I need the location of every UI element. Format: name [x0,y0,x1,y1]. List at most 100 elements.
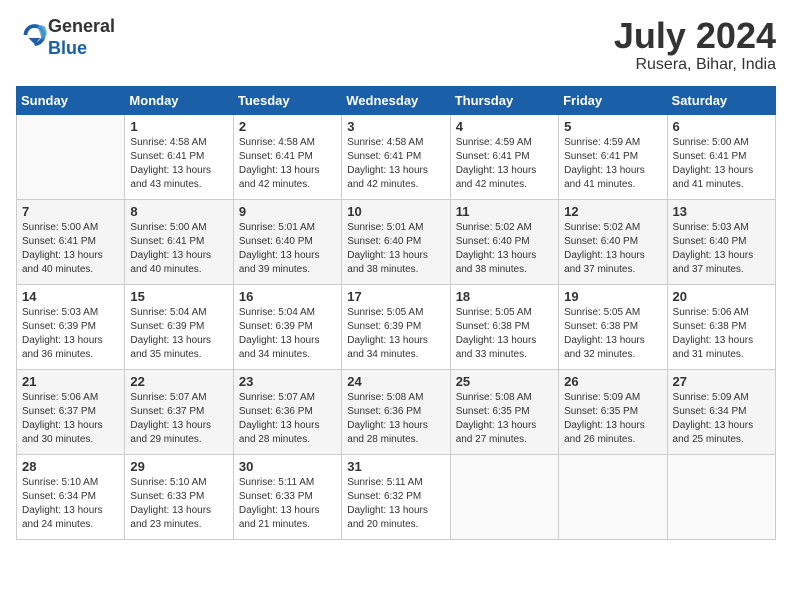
day-info: Sunrise: 5:01 AM Sunset: 6:40 PM Dayligh… [347,221,444,277]
day-number: 3 [347,119,444,134]
calendar-cell: 18 Sunrise: 5:05 AM Sunset: 6:38 PM Dayli… [450,284,558,369]
day-of-week-header: Wednesday [342,86,450,114]
calendar-table: SundayMondayTuesdayWednesdayThursdayFrid… [16,86,776,540]
calendar-cell: 7Sunrise: 5:00 AM Sunset: 6:41 PM Daylig… [17,199,125,284]
day-info: Sunrise: 5:09 AM Sunset: 6:34 PM Dayligh… [673,391,770,447]
calendar-cell: 3 Sunrise: 4:58 AM Sunset: 6:41 PM Daylig… [342,114,450,199]
calendar-cell: 26 Sunrise: 5:09 AM Sunset: 6:35 PM Dayli… [559,369,667,454]
day-info: Sunrise: 5:06 AM Sunset: 6:37 PM Dayligh… [22,391,119,447]
day-of-week-header: Saturday [667,86,775,114]
day-info: Sunrise: 5:01 AM Sunset: 6:40 PM Dayligh… [239,221,336,277]
calendar-cell: 19 Sunrise: 5:05 AM Sunset: 6:38 PM Dayli… [559,284,667,369]
calendar-week-row: 21 Sunrise: 5:06 AM Sunset: 6:37 PM Dayli… [17,369,776,454]
logo-blue-text: Blue [48,38,87,58]
day-number: 25 [456,374,553,389]
day-number: 7 [22,204,119,219]
day-number: 24 [347,374,444,389]
day-number: 13 [673,204,770,219]
day-number: 16 [239,289,336,304]
day-number: 22 [130,374,227,389]
day-number: 21 [22,374,119,389]
day-info: Sunrise: 5:07 AM Sunset: 6:36 PM Dayligh… [239,391,336,447]
day-info: Sunrise: 5:10 AM Sunset: 6:33 PM Dayligh… [130,476,227,532]
day-number: 28 [22,459,119,474]
day-number: 31 [347,459,444,474]
day-info: Sunrise: 5:09 AM Sunset: 6:35 PM Dayligh… [564,391,661,447]
calendar-cell: 28 Sunrise: 5:10 AM Sunset: 6:34 PM Dayli… [17,454,125,539]
calendar-cell: 25 Sunrise: 5:08 AM Sunset: 6:35 PM Dayli… [450,369,558,454]
calendar-cell: 12Sunrise: 5:02 AM Sunset: 6:40 PM Dayli… [559,199,667,284]
calendar-cell: 2 Sunrise: 4:58 AM Sunset: 6:41 PM Daylig… [233,114,341,199]
day-info: Sunrise: 4:58 AM Sunset: 6:41 PM Dayligh… [347,136,444,192]
day-info: Sunrise: 4:59 AM Sunset: 6:41 PM Dayligh… [564,136,661,192]
day-number: 15 [130,289,227,304]
calendar-cell: 6 Sunrise: 5:00 AM Sunset: 6:41 PM Daylig… [667,114,775,199]
day-info: Sunrise: 5:02 AM Sunset: 6:40 PM Dayligh… [456,221,553,277]
day-info: Sunrise: 4:58 AM Sunset: 6:41 PM Dayligh… [239,136,336,192]
calendar-cell: 10 Sunrise: 5:01 AM Sunset: 6:40 PM Dayli… [342,199,450,284]
calendar-cell: 31Sunrise: 5:11 AM Sunset: 6:32 PM Dayli… [342,454,450,539]
day-number: 26 [564,374,661,389]
day-number: 18 [456,289,553,304]
calendar-cell: 9 Sunrise: 5:01 AM Sunset: 6:40 PM Daylig… [233,199,341,284]
title-area: July 2024 Rusera, Bihar, India [614,16,776,74]
calendar-cell [450,454,558,539]
day-number: 23 [239,374,336,389]
day-number: 6 [673,119,770,134]
day-number: 29 [130,459,227,474]
day-info: Sunrise: 5:02 AM Sunset: 6:40 PM Dayligh… [564,221,661,277]
day-number: 27 [673,374,770,389]
day-of-week-header: Monday [125,86,233,114]
day-info: Sunrise: 4:58 AM Sunset: 6:41 PM Dayligh… [130,136,227,192]
calendar-cell: 22 Sunrise: 5:07 AM Sunset: 6:37 PM Dayli… [125,369,233,454]
calendar-week-row: 7Sunrise: 5:00 AM Sunset: 6:41 PM Daylig… [17,199,776,284]
day-info: Sunrise: 5:03 AM Sunset: 6:39 PM Dayligh… [22,306,119,362]
day-number: 9 [239,204,336,219]
day-info: Sunrise: 5:03 AM Sunset: 6:40 PM Dayligh… [673,221,770,277]
day-info: Sunrise: 4:59 AM Sunset: 6:41 PM Dayligh… [456,136,553,192]
day-number: 19 [564,289,661,304]
day-number: 2 [239,119,336,134]
day-number: 1 [130,119,227,134]
calendar-cell: 15Sunrise: 5:04 AM Sunset: 6:39 PM Dayli… [125,284,233,369]
day-info: Sunrise: 5:00 AM Sunset: 6:41 PM Dayligh… [673,136,770,192]
day-of-week-header: Friday [559,86,667,114]
day-number: 11 [456,204,553,219]
day-number: 30 [239,459,336,474]
calendar-week-row: 28 Sunrise: 5:10 AM Sunset: 6:34 PM Dayli… [17,454,776,539]
day-info: Sunrise: 5:05 AM Sunset: 6:38 PM Dayligh… [456,306,553,362]
day-info: Sunrise: 5:04 AM Sunset: 6:39 PM Dayligh… [239,306,336,362]
day-info: Sunrise: 5:08 AM Sunset: 6:35 PM Dayligh… [456,391,553,447]
day-info: Sunrise: 5:06 AM Sunset: 6:38 PM Dayligh… [673,306,770,362]
day-of-week-header: Thursday [450,86,558,114]
calendar-cell: 17Sunrise: 5:05 AM Sunset: 6:39 PM Dayli… [342,284,450,369]
logo: General Blue [16,16,115,59]
calendar-cell [559,454,667,539]
month-title: July 2024 [614,16,776,56]
calendar-cell: 11 Sunrise: 5:02 AM Sunset: 6:40 PM Dayli… [450,199,558,284]
calendar-cell: 30Sunrise: 5:11 AM Sunset: 6:33 PM Dayli… [233,454,341,539]
calendar-cell: 21 Sunrise: 5:06 AM Sunset: 6:37 PM Dayli… [17,369,125,454]
day-number: 4 [456,119,553,134]
calendar-cell: 13 Sunrise: 5:03 AM Sunset: 6:40 PM Dayli… [667,199,775,284]
day-info: Sunrise: 5:05 AM Sunset: 6:38 PM Dayligh… [564,306,661,362]
calendar-cell [17,114,125,199]
calendar-cell: 16 Sunrise: 5:04 AM Sunset: 6:39 PM Dayli… [233,284,341,369]
location-title: Rusera, Bihar, India [614,56,776,74]
day-info: Sunrise: 5:07 AM Sunset: 6:37 PM Dayligh… [130,391,227,447]
day-info: Sunrise: 5:08 AM Sunset: 6:36 PM Dayligh… [347,391,444,447]
calendar-header-row: SundayMondayTuesdayWednesdayThursdayFrid… [17,86,776,114]
day-info: Sunrise: 5:05 AM Sunset: 6:39 PM Dayligh… [347,306,444,362]
calendar-cell: 20Sunrise: 5:06 AM Sunset: 6:38 PM Dayli… [667,284,775,369]
day-info: Sunrise: 5:10 AM Sunset: 6:34 PM Dayligh… [22,476,119,532]
calendar-week-row: 14 Sunrise: 5:03 AM Sunset: 6:39 PM Dayli… [17,284,776,369]
day-number: 14 [22,289,119,304]
calendar-week-row: 1 Sunrise: 4:58 AM Sunset: 6:41 PM Daylig… [17,114,776,199]
calendar-cell: 4 Sunrise: 4:59 AM Sunset: 6:41 PM Daylig… [450,114,558,199]
logo-icon [18,20,48,50]
calendar-cell: 29 Sunrise: 5:10 AM Sunset: 6:33 PM Dayli… [125,454,233,539]
calendar-body: 1 Sunrise: 4:58 AM Sunset: 6:41 PM Daylig… [17,114,776,539]
day-number: 10 [347,204,444,219]
logo-general-text: General [48,16,115,36]
page-header: General Blue July 2024 Rusera, Bihar, In… [16,16,776,74]
